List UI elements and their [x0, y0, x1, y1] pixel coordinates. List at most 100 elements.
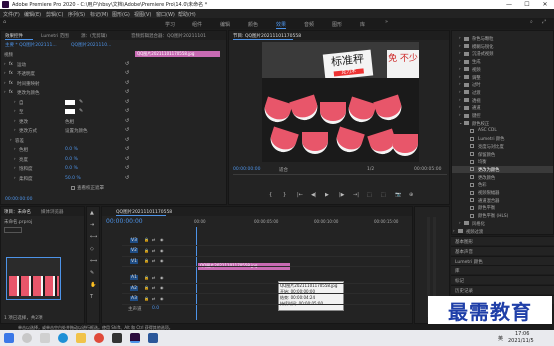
transport-button[interactable]: ⬚ [381, 193, 386, 198]
workspace-assembly[interactable]: 组件 [192, 21, 202, 28]
effects-tree-item[interactable]: 颜色平衡 (HLS) [452, 212, 553, 219]
lock-icon[interactable]: 🔒 [144, 238, 149, 242]
close-button[interactable]: ✕ [536, 0, 554, 9]
transport-button[interactable]: 📷 [395, 193, 401, 198]
menu-view[interactable]: 视图(V) [134, 11, 151, 18]
lock-icon[interactable]: 🔒 [144, 259, 149, 263]
menu-file[interactable]: 文件(F) [3, 11, 20, 18]
tab-lumetri-scopes[interactable]: Lumetri 范围 [41, 33, 69, 39]
master-value[interactable]: 0.0 [152, 306, 159, 311]
effects-tree-item[interactable]: › 过时 [452, 81, 553, 89]
workspace-libraries[interactable]: 库 [360, 21, 365, 28]
eye-icon[interactable]: ◉ [160, 296, 164, 301]
expand-chevron-icon[interactable]: › [14, 156, 16, 161]
type-tool-icon[interactable]: T [90, 295, 93, 300]
eyedropper-icon[interactable]: ✎ [79, 99, 83, 105]
program-scrubber[interactable] [233, 174, 447, 175]
tab-source[interactable]: 源：(无剪辑) [81, 33, 107, 39]
reset-icon[interactable]: ↺ [125, 90, 129, 95]
expand-chevron-icon[interactable]: › [14, 175, 16, 180]
time-ruler[interactable]: 00:00 00:00:05:00 00:00:10:00 00:00:15:00 [194, 218, 410, 228]
menu-clip[interactable]: 剪辑(C) [46, 11, 63, 18]
minimize-button[interactable]: — [500, 0, 518, 9]
fx-toggle-icon[interactable]: fx [9, 80, 13, 85]
property-value[interactable]: 0.0 % [65, 157, 78, 162]
windows-icon[interactable] [4, 333, 14, 343]
chrome-icon[interactable] [94, 333, 104, 343]
fullscreen-icon[interactable]: ⤢ [542, 20, 546, 25]
collapsed-panel[interactable]: 标记 [451, 275, 554, 285]
collapsed-panel[interactable]: Lumetri 颜色 [451, 255, 554, 265]
hand-tool-icon[interactable]: ✋ [90, 283, 96, 288]
effects-tree-item[interactable]: 保留颜色 [452, 151, 553, 158]
property-dropdown[interactable]: 色相 [65, 119, 74, 125]
sync-icon[interactable]: ⇄ [152, 248, 155, 253]
property-row[interactable]: › 更改 色相 ↺ [1, 118, 131, 127]
collapsed-panel[interactable]: 历史记录 [451, 285, 554, 294]
property-row[interactable]: › fx 更改为颜色 ↺ [1, 89, 131, 98]
eye-icon[interactable]: ◉ [160, 259, 164, 263]
word-icon[interactable] [148, 333, 158, 343]
property-row[interactable]: › fx 时间重映射 ↺ [1, 80, 131, 89]
mask-checkbox[interactable] [71, 185, 75, 190]
search-icon[interactable]: ⌕ [530, 20, 533, 25]
home-icon[interactable]: ⌂ [3, 20, 6, 25]
reset-icon[interactable]: ↺ [125, 137, 129, 143]
tree-chevron-icon[interactable]: › [459, 43, 461, 48]
workspace-color[interactable]: 颜色 [248, 21, 258, 28]
selection-tool-icon[interactable]: ▲ [90, 211, 94, 216]
transport-button[interactable]: ◀| [311, 193, 317, 198]
reset-icon[interactable]: ↺ [125, 118, 129, 124]
effects-tree-item[interactable]: 亮度与对比度 [452, 143, 553, 150]
reset-icon[interactable]: ↺ [125, 99, 129, 105]
collapsed-panel[interactable]: 基本声音 [451, 245, 554, 255]
tree-chevron-icon[interactable]: › [459, 59, 461, 63]
effects-tree-item[interactable]: 视频限幅器 [452, 189, 553, 196]
effects-tree-item[interactable]: › 视频过渡 [452, 228, 553, 235]
pen-tool-icon[interactable]: ✎ [90, 271, 94, 276]
effects-tree-item[interactable]: 均衡 [452, 158, 553, 165]
premiere-icon[interactable] [130, 333, 140, 343]
eye-icon[interactable]: ◉ [160, 238, 164, 242]
property-row[interactable]: › 更改方式 设置为颜色 ↺ [1, 127, 131, 136]
transport-button[interactable]: ⬚ [367, 193, 372, 198]
expand-chevron-icon[interactable]: › [4, 61, 6, 66]
track-name[interactable]: A3 [130, 296, 138, 301]
eye-icon[interactable]: ◉ [160, 275, 164, 280]
property-value[interactable]: 50.0 % [65, 176, 81, 181]
expand-chevron-icon[interactable]: › [4, 80, 6, 85]
search-field[interactable] [4, 227, 22, 233]
clock-date[interactable]: 2021/11/5 [508, 338, 534, 344]
effects-tree-item[interactable]: › 杂色与颗粒 [452, 35, 553, 43]
reset-icon[interactable]: ↺ [125, 71, 129, 76]
lock-icon[interactable]: 🔒 [144, 248, 149, 253]
edge-icon[interactable] [58, 333, 68, 343]
property-row[interactable]: › 饱和度 0.0 % ↺ [1, 165, 131, 174]
project-thumbnail[interactable] [6, 257, 61, 300]
resolution-dropdown[interactable]: 1/2 [367, 167, 374, 172]
property-row[interactable]: 视频 [1, 51, 131, 60]
expand-chevron-icon[interactable]: › [14, 166, 16, 170]
expand-chevron-icon[interactable]: › [4, 90, 6, 94]
effects-tree-item[interactable]: 更改为颜色 [452, 165, 553, 173]
color-swatch[interactable] [65, 109, 75, 114]
menu-sequence[interactable]: 序列(S) [68, 11, 85, 18]
eye-icon[interactable]: ◉ [160, 248, 164, 253]
eyedropper-icon[interactable]: ✎ [79, 109, 83, 114]
track-name[interactable]: A1 [130, 275, 138, 280]
property-row[interactable]: › 至 ✎ ↺ [1, 108, 131, 117]
effects-tree-item[interactable]: › 沉浸式视频 [452, 50, 553, 58]
program-timecode-left[interactable]: 00:00:00:00 [233, 167, 260, 172]
expand-chevron-icon[interactable]: › [14, 99, 16, 104]
effects-tree-item[interactable]: › 键控 [452, 112, 553, 120]
tree-chevron-icon[interactable]: › [459, 220, 461, 225]
track-name[interactable]: V3 [130, 237, 138, 243]
workspace-graphics[interactable]: 图形 [332, 21, 342, 28]
tree-chevron-icon[interactable]: › [459, 74, 461, 79]
fx-toggle-icon[interactable]: fx [9, 71, 13, 75]
effects-tree-item[interactable]: › 生成 [452, 58, 553, 66]
effects-tree-item[interactable]: › 风格化 [452, 220, 553, 227]
transport-button[interactable]: →| [353, 193, 359, 198]
tree-chevron-icon[interactable]: › [459, 66, 461, 71]
workspace-effects[interactable]: 效果 [276, 21, 286, 28]
